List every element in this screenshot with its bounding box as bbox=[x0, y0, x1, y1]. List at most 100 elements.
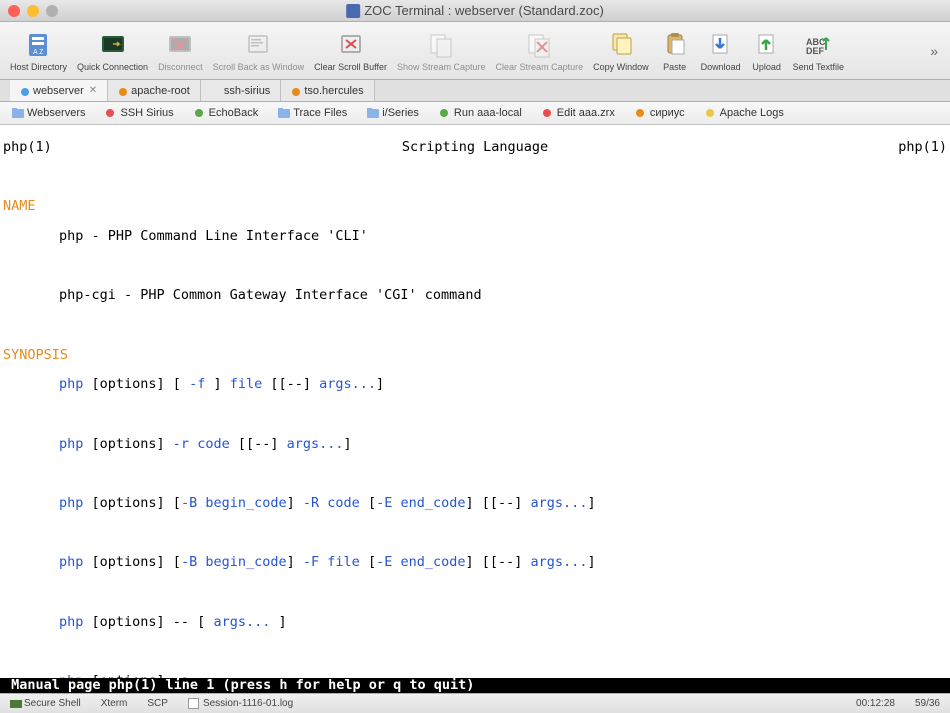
send-textfile-icon: ABCDEF bbox=[804, 30, 832, 58]
tab-indicator-icon bbox=[211, 87, 219, 95]
folder-icon bbox=[12, 108, 22, 118]
connection-icon bbox=[10, 699, 20, 709]
bookmark-label: Edit aaa.zrx bbox=[557, 107, 615, 119]
toolbar-overflow[interactable]: » bbox=[924, 43, 944, 59]
session-tab-webserver[interactable]: webserver ✕ bbox=[10, 80, 108, 101]
toolbar-show-stream-capture[interactable]: Show Stream Capture bbox=[393, 27, 490, 75]
toolbar: A Z Host Directory Quick Connection Disc… bbox=[0, 22, 950, 80]
close-tab-icon[interactable]: ✕ bbox=[89, 85, 97, 96]
man-header-center: Scripting Language bbox=[52, 140, 898, 155]
scrollback-icon bbox=[244, 30, 272, 58]
session-tab-ssh-sirius[interactable]: ssh-sirius bbox=[201, 80, 281, 101]
toolbar-upload[interactable]: Upload bbox=[747, 27, 787, 75]
toolbar-label: Quick Connection bbox=[77, 62, 148, 72]
bookmark-ssh-sirius[interactable]: SSH Sirius bbox=[105, 107, 173, 119]
window-title: ZOC Terminal : webserver (Standard.zoc) bbox=[364, 3, 604, 18]
bookmark-label: Apache Logs bbox=[720, 107, 784, 119]
log-checkbox[interactable] bbox=[188, 698, 199, 709]
toolbar-host-directory[interactable]: A Z Host Directory bbox=[6, 27, 71, 75]
toolbar-clear-scroll-buffer[interactable]: Clear Scroll Buffer bbox=[310, 27, 391, 75]
toolbar-label: Disconnect bbox=[158, 62, 203, 72]
tab-label: apache-root bbox=[131, 85, 190, 97]
status-logfile[interactable]: Session-1116-01.log bbox=[188, 698, 293, 709]
bookmark-label: Trace Files bbox=[293, 107, 347, 119]
bookmark-label: i/Series bbox=[382, 107, 419, 119]
dot-icon bbox=[194, 108, 204, 118]
zoom-window-button[interactable] bbox=[46, 5, 58, 17]
bookmark-run-aaa-local[interactable]: Run aaa-local bbox=[439, 107, 522, 119]
show-stream-icon bbox=[427, 30, 455, 58]
svg-text:DEF: DEF bbox=[806, 46, 825, 56]
bookmark-label: SSH Sirius bbox=[120, 107, 173, 119]
bookmark-edit-aaa-zrx[interactable]: Edit aaa.zrx bbox=[542, 107, 615, 119]
toolbar-label: Host Directory bbox=[10, 62, 67, 72]
bookmark-iseries[interactable]: i/Series bbox=[367, 107, 419, 119]
app-icon bbox=[346, 4, 360, 18]
status-size: 59/36 bbox=[915, 698, 940, 709]
toolbar-label: Scroll Back as Window bbox=[213, 62, 305, 72]
pager-status-line: Manual page php(1) line 1 (press h for h… bbox=[0, 678, 950, 693]
synopsis-1: php [options] [ -f ] file [[--] args...] bbox=[3, 377, 947, 392]
download-icon bbox=[707, 30, 735, 58]
session-tab-apache-root[interactable]: apache-root bbox=[108, 80, 201, 101]
tab-indicator-icon bbox=[291, 87, 299, 95]
toolbar-paste[interactable]: Paste bbox=[655, 27, 695, 75]
toolbar-download[interactable]: Download bbox=[697, 27, 745, 75]
bookmark-echoback[interactable]: EchoBack bbox=[194, 107, 259, 119]
terminal-output[interactable]: php(1)Scripting Languagephp(1) NAME php … bbox=[0, 125, 950, 693]
paste-icon bbox=[661, 30, 689, 58]
toolbar-disconnect[interactable]: Disconnect bbox=[154, 27, 207, 75]
bookmark-label: Webservers bbox=[27, 107, 85, 119]
copy-window-icon bbox=[607, 30, 635, 58]
dot-icon bbox=[635, 108, 645, 118]
bookmark-apache-logs[interactable]: Apache Logs bbox=[705, 107, 784, 119]
toolbar-copy-window[interactable]: Copy Window bbox=[589, 27, 653, 75]
synopsis-4: php [options] [-B begin_code] -F file [-… bbox=[3, 555, 947, 570]
dot-icon bbox=[105, 108, 115, 118]
upload-icon bbox=[753, 30, 781, 58]
toolbar-label: Copy Window bbox=[593, 62, 649, 72]
quick-connection-icon bbox=[99, 30, 127, 58]
dot-icon bbox=[705, 108, 715, 118]
toolbar-quick-connection[interactable]: Quick Connection bbox=[73, 27, 152, 75]
tab-label: ssh-sirius bbox=[224, 85, 270, 97]
toolbar-label: Send Textfile bbox=[793, 62, 844, 72]
man-header-right: php(1) bbox=[898, 140, 947, 155]
toolbar-label: Paste bbox=[663, 62, 686, 72]
toolbar-scrollback-window[interactable]: Scroll Back as Window bbox=[209, 27, 309, 75]
man-name-2: php-cgi - PHP Common Gateway Interface '… bbox=[3, 288, 947, 303]
synopsis-2: php [options] -r code [[--] args...] bbox=[3, 437, 947, 452]
session-tabs: webserver ✕ apache-root ssh-sirius tso.h… bbox=[0, 80, 950, 102]
clear-scroll-icon bbox=[337, 30, 365, 58]
tab-indicator-icon bbox=[118, 87, 126, 95]
bookmark-webservers[interactable]: Webservers bbox=[12, 107, 85, 119]
minimize-window-button[interactable] bbox=[27, 5, 39, 17]
status-connection-label: Secure Shell bbox=[24, 698, 81, 709]
section-name: NAME bbox=[3, 199, 947, 214]
dot-icon bbox=[542, 108, 552, 118]
bookmark-label: Run aaa-local bbox=[454, 107, 522, 119]
toolbar-label: Clear Stream Capture bbox=[496, 62, 584, 72]
toolbar-label: Download bbox=[701, 62, 741, 72]
folder-icon bbox=[278, 108, 288, 118]
status-time: 00:12:28 bbox=[856, 698, 895, 709]
bookmark-bar: Webservers SSH Sirius EchoBack Trace Fil… bbox=[0, 102, 950, 125]
toolbar-send-textfile[interactable]: ABCDEF Send Textfile bbox=[789, 27, 848, 75]
session-tab-tso-hercules[interactable]: tso.hercules bbox=[281, 80, 374, 101]
toolbar-clear-stream-capture[interactable]: Clear Stream Capture bbox=[492, 27, 588, 75]
bookmark-label: EchoBack bbox=[209, 107, 259, 119]
bookmark-trace-files[interactable]: Trace Files bbox=[278, 107, 347, 119]
folder-icon bbox=[367, 108, 377, 118]
tab-label: tso.hercules bbox=[304, 85, 363, 97]
status-emulation: Xterm bbox=[101, 698, 128, 709]
status-transfer: SCP bbox=[147, 698, 168, 709]
tab-indicator-icon bbox=[20, 87, 28, 95]
close-window-button[interactable] bbox=[8, 5, 20, 17]
section-synopsis: SYNOPSIS bbox=[3, 348, 947, 363]
toolbar-label: Upload bbox=[752, 62, 781, 72]
title-bar: ZOC Terminal : webserver (Standard.zoc) bbox=[0, 0, 950, 22]
clear-stream-icon bbox=[525, 30, 553, 58]
status-logfile-label: Session-1116-01.log bbox=[203, 698, 293, 709]
man-name-1: php - PHP Command Line Interface 'CLI' bbox=[3, 229, 947, 244]
bookmark-sirius-cyr[interactable]: сириус bbox=[635, 107, 685, 119]
